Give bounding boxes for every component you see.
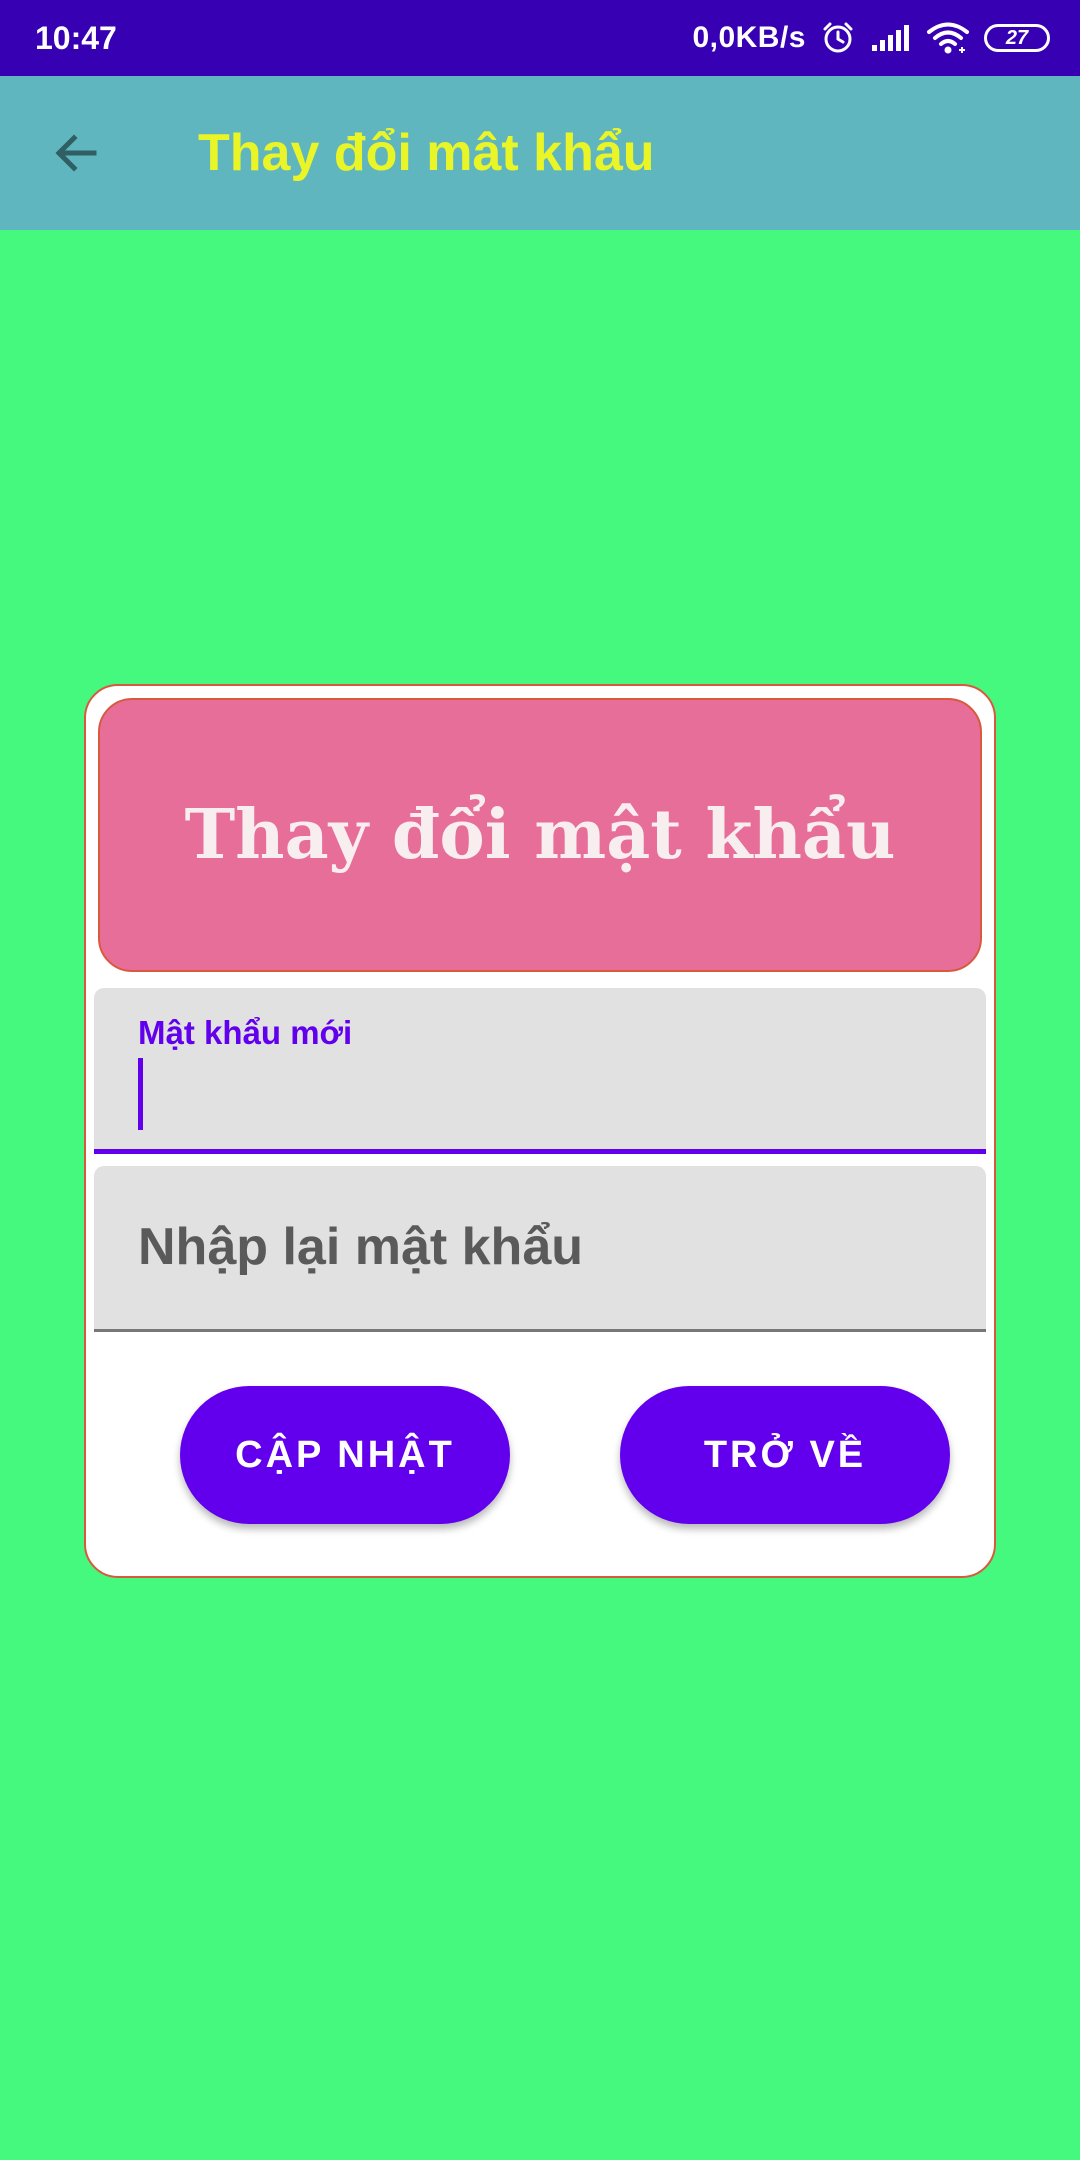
status-time: 10:47: [35, 20, 117, 56]
card-title: Thay đổi mật khẩu: [184, 795, 896, 875]
signal-icon: [870, 23, 912, 53]
card-header: Thay đổi mật khẩu: [98, 698, 982, 972]
wifi-icon: [926, 21, 970, 55]
confirm-password-placeholder: Nhập lại mật khẩu: [138, 1218, 583, 1276]
page-title: Thay đổi mât khẩu: [198, 124, 655, 182]
back-button[interactable]: [40, 117, 112, 189]
update-button[interactable]: CẬP NHẬT: [180, 1386, 510, 1524]
new-password-field[interactable]: Mật khẩu mới: [94, 988, 986, 1154]
new-password-label: Mật khẩu mới: [138, 1014, 353, 1051]
network-speed: 0,0KB/s: [692, 21, 806, 54]
status-icons: 0,0KB/s 27: [692, 0, 1050, 76]
alarm-icon: [820, 20, 856, 56]
battery-level: 27: [1005, 26, 1029, 49]
arrow-back-icon: [55, 134, 97, 172]
app-bar: Thay đổi mât khẩu: [0, 76, 1080, 230]
return-button[interactable]: TRỞ VỀ: [620, 1386, 950, 1524]
change-password-card: Thay đổi mật khẩu Mật khẩu mới Nhập lại …: [84, 684, 996, 1578]
confirm-password-field[interactable]: Nhập lại mật khẩu: [94, 1166, 986, 1332]
status-bar: 10:47 0,0KB/s 27: [0, 0, 1080, 76]
text-cursor: [138, 1058, 143, 1130]
battery-icon: 27: [984, 24, 1050, 52]
